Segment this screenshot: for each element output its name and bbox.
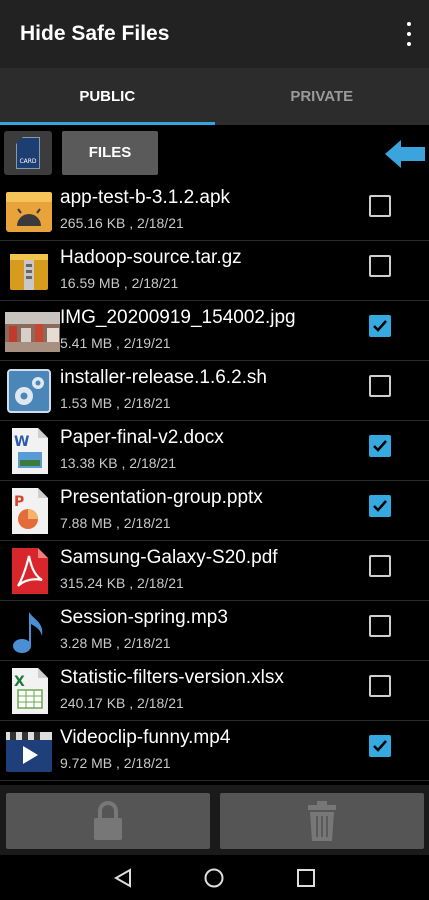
- file-list: app-test-b-3.1.2.apk 265.16 KB , 2/18/21…: [0, 181, 429, 781]
- list-item[interactable]: W Paper-final-v2.docx 13.38 KB , 2/18/21: [0, 421, 429, 481]
- sd-card-button[interactable]: CARD: [4, 131, 52, 175]
- trash-icon: [308, 801, 336, 841]
- file-name: app-test-b-3.1.2.apk: [60, 187, 231, 208]
- svg-text:W: W: [14, 434, 29, 450]
- lock-icon: [94, 801, 122, 840]
- file-checkbox[interactable]: [369, 435, 391, 457]
- recents-square-icon[interactable]: [295, 867, 317, 889]
- list-item[interactable]: Videoclip-funny.mp4 9.72 MB , 2/18/21: [0, 721, 429, 781]
- file-name: IMG_20200919_154002.jpg: [60, 307, 296, 328]
- pdf-icon: [12, 548, 48, 594]
- file-name: Session-spring.mp3: [60, 607, 228, 628]
- file-meta: 13.38 KB , 2/18/21: [60, 455, 176, 471]
- tab-public[interactable]: PUBLIC: [0, 68, 215, 125]
- excel-icon: X: [12, 668, 48, 714]
- file-checkbox[interactable]: [369, 315, 391, 337]
- list-item[interactable]: X Statistic-filters-version.xlsx 240.17 …: [0, 661, 429, 721]
- action-bar: [0, 785, 429, 855]
- svg-text:X: X: [14, 674, 25, 690]
- system-nav-bar: [0, 855, 429, 900]
- file-meta: 9.72 MB , 2/18/21: [60, 755, 171, 771]
- file-checkbox[interactable]: [369, 735, 391, 757]
- delete-button[interactable]: [220, 793, 424, 849]
- list-item[interactable]: installer-release.1.6.2.sh 1.53 MB , 2/1…: [0, 361, 429, 421]
- file-name: Presentation-group.pptx: [60, 487, 263, 508]
- archive-icon: [10, 254, 48, 290]
- file-meta: 265.16 KB , 2/18/21: [60, 215, 184, 231]
- file-checkbox[interactable]: [369, 615, 391, 637]
- file-meta: 1.53 MB , 2/18/21: [60, 395, 171, 411]
- list-item[interactable]: IMG_20200919_154002.jpg 5.41 MB , 2/19/2…: [0, 301, 429, 361]
- file-name: Samsung-Galaxy-S20.pdf: [60, 547, 278, 568]
- file-checkbox[interactable]: [369, 375, 391, 397]
- app-title: Hide Safe Files: [20, 22, 170, 45]
- home-circle-icon[interactable]: [203, 867, 225, 889]
- apk-android-icon: [6, 192, 52, 232]
- list-item[interactable]: Hadoop-source.tar.gz 16.59 MB , 2/18/21: [0, 241, 429, 301]
- file-checkbox[interactable]: [369, 555, 391, 577]
- file-name: Hadoop-source.tar.gz: [60, 247, 242, 268]
- file-meta: 240.17 KB , 2/18/21: [60, 695, 184, 711]
- music-note-icon: [13, 612, 43, 653]
- app-bar: Hide Safe Files: [0, 0, 429, 68]
- tab-bar: PUBLIC PRIVATE: [0, 68, 429, 125]
- file-meta: 16.59 MB , 2/18/21: [60, 275, 179, 291]
- back-arrow-icon[interactable]: [385, 139, 425, 169]
- file-name: Videoclip-funny.mp4: [60, 727, 231, 748]
- list-item[interactable]: app-test-b-3.1.2.apk 265.16 KB , 2/18/21: [0, 181, 429, 241]
- file-name: Statistic-filters-version.xlsx: [60, 667, 284, 688]
- file-toolbar: CARD FILES: [0, 125, 429, 181]
- list-item[interactable]: P Presentation-group.pptx 7.88 MB , 2/18…: [0, 481, 429, 541]
- file-meta: 5.41 MB , 2/19/21: [60, 335, 171, 351]
- file-checkbox[interactable]: [369, 255, 391, 277]
- file-name: Paper-final-v2.docx: [60, 427, 224, 448]
- script-gears-icon: [7, 369, 51, 413]
- list-item[interactable]: Samsung-Galaxy-S20.pdf 315.24 KB , 2/18/…: [0, 541, 429, 601]
- file-meta: 315.24 KB , 2/18/21: [60, 575, 184, 591]
- video-icon: [6, 732, 52, 772]
- word-doc-icon: W: [12, 428, 48, 474]
- file-name: installer-release.1.6.2.sh: [60, 367, 267, 388]
- file-meta: 3.28 MB , 2/18/21: [60, 635, 171, 651]
- tab-private[interactable]: PRIVATE: [215, 68, 429, 125]
- files-button[interactable]: FILES: [62, 131, 158, 175]
- file-checkbox[interactable]: [369, 675, 391, 697]
- lock-button[interactable]: [6, 793, 210, 849]
- back-triangle-icon[interactable]: [112, 867, 134, 889]
- sd-card-icon: CARD: [16, 137, 40, 169]
- svg-text:P: P: [14, 494, 24, 510]
- file-meta: 7.88 MB , 2/18/21: [60, 515, 171, 531]
- photo-thumbnail: [5, 312, 60, 352]
- list-item[interactable]: Session-spring.mp3 3.28 MB , 2/18/21: [0, 601, 429, 661]
- more-options-icon[interactable]: [405, 22, 413, 46]
- file-checkbox[interactable]: [369, 195, 391, 217]
- powerpoint-icon: P: [12, 488, 48, 534]
- file-checkbox[interactable]: [369, 495, 391, 517]
